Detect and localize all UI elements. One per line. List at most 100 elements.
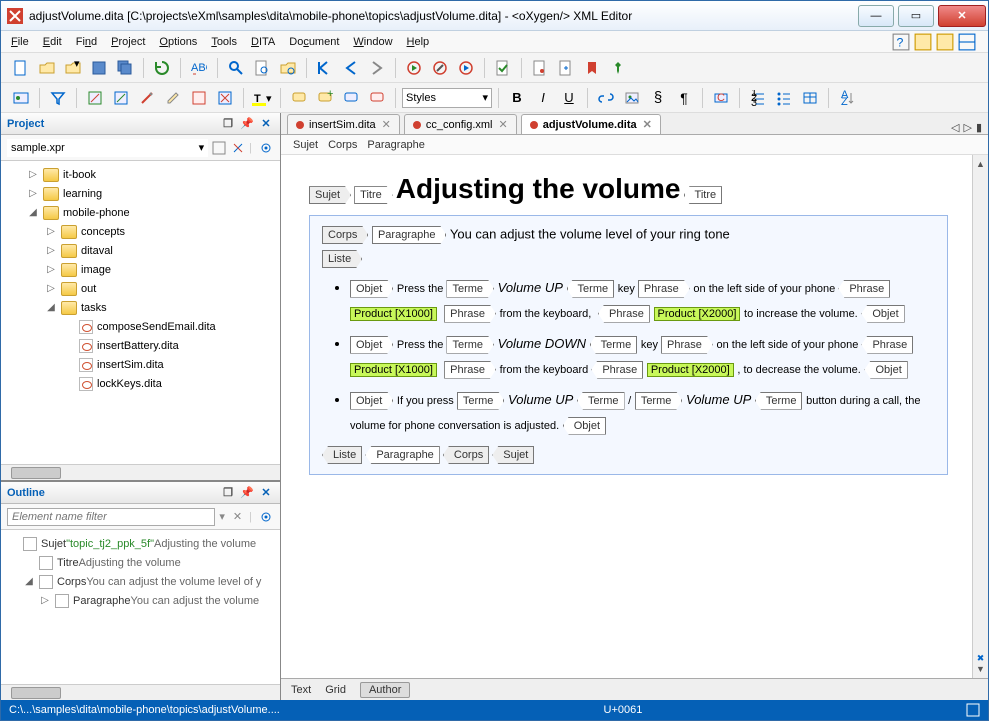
list-ul-icon[interactable] [772, 86, 796, 110]
menu-tools[interactable]: Tools [211, 36, 237, 48]
outline-pin-icon[interactable]: 📌 [239, 485, 255, 501]
styles-dropdown[interactable]: Styles▾ [402, 88, 492, 108]
save-all-icon[interactable] [113, 56, 137, 80]
tag-objet[interactable]: Objet [563, 417, 606, 435]
collapse-icon[interactable] [211, 140, 227, 156]
bold-button[interactable]: B [505, 86, 529, 110]
open-icon[interactable] [35, 56, 59, 80]
back-end-icon[interactable] [313, 56, 337, 80]
tag-objet[interactable]: Objet [350, 336, 393, 354]
product-badge[interactable]: Product [X1000] [350, 363, 437, 377]
mode-grid[interactable]: Grid [325, 684, 346, 696]
menu-dita[interactable]: DITA [251, 36, 275, 48]
browse-icon[interactable] [276, 56, 300, 80]
configure-icon[interactable] [428, 56, 452, 80]
tag-phrase[interactable]: Phrase [661, 336, 713, 354]
mode-author[interactable]: Author [360, 682, 410, 698]
list-ol-icon[interactable]: 123 [746, 86, 770, 110]
edit3-icon[interactable] [135, 86, 159, 110]
doc-nav-icon[interactable] [554, 56, 578, 80]
section-icon[interactable]: § [646, 86, 670, 110]
close-button[interactable]: ✕ [938, 5, 986, 27]
image-icon[interactable] [620, 86, 644, 110]
tag-corps-close[interactable]: Corps [443, 446, 489, 464]
tab-list-icon[interactable]: ▮ [976, 121, 982, 134]
outline-item[interactable]: ◢Corps You can adjust the volume level o… [1, 572, 280, 591]
product-badge[interactable]: Product [X2000] [647, 363, 734, 377]
tag-phrase[interactable]: Phrase [598, 305, 650, 323]
tag-corps-open[interactable]: Corps [322, 226, 368, 244]
project-tree[interactable]: ▷it-book▷learning◢mobile-phone▷concepts▷… [1, 161, 280, 464]
doc-title[interactable]: Adjusting the volume [396, 173, 681, 204]
project-file-dropdown[interactable]: sample.xpr▾ [7, 139, 208, 157]
table-icon[interactable] [798, 86, 822, 110]
tag-objet[interactable]: Objet [350, 392, 393, 410]
outline-item[interactable]: Sujet "topic_tj2_ppk_5f" Adjusting the v… [1, 534, 280, 553]
editor-tab[interactable]: adjustVolume.dita✕ [521, 114, 661, 134]
project-hscroll[interactable] [1, 464, 280, 480]
bookmark-icon[interactable] [580, 56, 604, 80]
comment-add-icon[interactable]: + [313, 86, 337, 110]
mode-text[interactable]: Text [291, 684, 311, 696]
comment-edit-icon[interactable] [339, 86, 363, 110]
para-icon[interactable]: ¶ [672, 86, 696, 110]
find-in-files-icon[interactable] [250, 56, 274, 80]
tree-item[interactable]: ▷learning [1, 184, 280, 203]
editor-area[interactable]: Sujet Titre Adjusting the volume Titre C… [281, 155, 972, 678]
comment-del-icon[interactable] [365, 86, 389, 110]
intro-text[interactable]: You can adjust the volume level of your … [450, 226, 730, 241]
tag-terme[interactable]: Terme [446, 336, 494, 354]
tree-item[interactable]: ▷concepts [1, 222, 280, 241]
tree-item[interactable]: insertSim.dita [1, 355, 280, 374]
menu-file[interactable]: File [11, 36, 29, 48]
reload-icon[interactable] [150, 56, 174, 80]
save-icon[interactable] [87, 56, 111, 80]
tab-next-icon[interactable]: ▷ [963, 121, 971, 134]
tag-terme[interactable]: Terme [567, 280, 615, 298]
tag-sujet-close[interactable]: Sujet [492, 446, 534, 464]
edit2-icon[interactable] [109, 86, 133, 110]
settings-icon[interactable] [258, 140, 274, 156]
menu-options[interactable]: Options [159, 36, 197, 48]
tag-para-close[interactable]: Paragraphe [365, 446, 440, 464]
tree-item[interactable]: composeSendEmail.dita [1, 317, 280, 336]
map-icon[interactable] [9, 86, 33, 110]
outline-item[interactable]: ▷Paragraphe You can adjust the volume [1, 591, 280, 610]
tag-terme[interactable]: Terme [577, 392, 625, 410]
search-icon[interactable] [224, 56, 248, 80]
tree-item[interactable]: ◢tasks [1, 298, 280, 317]
new-icon[interactable] [9, 56, 33, 80]
panel-restore-icon[interactable]: ❐ [220, 116, 236, 132]
maximize-button[interactable]: ▭ [898, 5, 934, 27]
tag-liste-close[interactable]: Liste [322, 446, 362, 464]
italic-button[interactable]: I [531, 86, 555, 110]
tag-objet[interactable]: Objet [864, 361, 907, 379]
product-badge[interactable]: Product [X1000] [350, 307, 437, 321]
edit5-icon[interactable] [187, 86, 211, 110]
minimize-button[interactable]: — [858, 5, 894, 27]
product-badge[interactable]: Product [X2000] [654, 307, 741, 321]
tag-sujet-open[interactable]: Sujet [309, 186, 351, 204]
tag-phrase[interactable]: Phrase [444, 305, 496, 323]
tag-phrase[interactable]: Phrase [638, 280, 690, 298]
validate-icon[interactable] [491, 56, 515, 80]
run-icon[interactable] [402, 56, 426, 80]
tag-para-open[interactable]: Paragraphe [372, 226, 447, 244]
tag-phrase[interactable]: Phrase [591, 361, 643, 379]
menu-help[interactable]: Help [407, 36, 430, 48]
tree-item[interactable]: insertBattery.dita [1, 336, 280, 355]
tree-item[interactable]: ▷ditaval [1, 241, 280, 260]
tag-phrase[interactable]: Phrase [861, 336, 913, 354]
link-editor-icon[interactable] [230, 140, 246, 156]
xq-icon[interactable] [936, 33, 954, 51]
tree-item[interactable]: lockKeys.dita [1, 374, 280, 393]
menu-document[interactable]: Document [289, 36, 339, 48]
outline-item[interactable]: Titre Adjusting the volume [1, 553, 280, 572]
tag-insert-icon[interactable]: C [709, 86, 733, 110]
pin-icon[interactable] [606, 56, 630, 80]
list-item[interactable]: Objet Press the Terme Volume DOWN Terme … [350, 332, 935, 382]
open-recent-icon[interactable]: ▾ [61, 56, 85, 80]
list-item[interactable]: Objet If you press Terme Volume UP Terme… [350, 388, 935, 438]
status-icon[interactable] [966, 703, 980, 717]
debug-icon[interactable] [454, 56, 478, 80]
